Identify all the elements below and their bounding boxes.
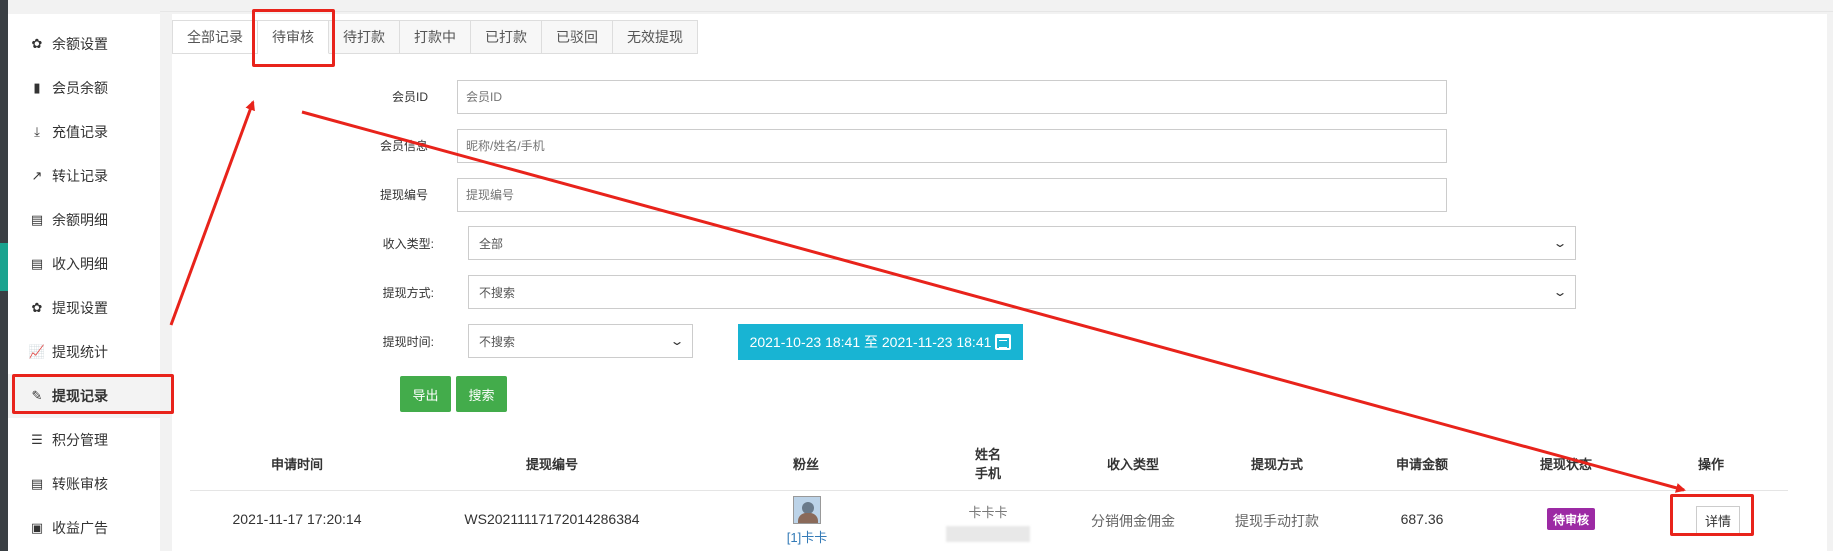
top-divider	[160, 11, 1833, 12]
date-range-button[interactable]: 2021-10-23 18:41 至 2021-11-23 18:41	[738, 324, 1023, 360]
tab-rejected[interactable]: 已驳回	[542, 20, 613, 54]
sidebar-item-member-balance[interactable]: ▮ 会员余额	[8, 66, 160, 110]
chevron-down-icon: ⌄	[1552, 285, 1568, 299]
export-button[interactable]: 导出	[400, 376, 451, 412]
tab-paid[interactable]: 已打款	[471, 20, 542, 54]
col-header-name: 姓名	[974, 447, 1002, 462]
col-header-income-type: 收入类型	[1106, 457, 1160, 472]
document-icon: ▤	[30, 256, 44, 271]
tab-paying[interactable]: 打款中	[400, 20, 471, 54]
phone-blurred	[946, 526, 1030, 542]
sidebar-item-label: 收入明细	[52, 256, 108, 272]
withdraw-time-label: 提现时间:	[382, 335, 434, 349]
avatar	[793, 496, 821, 524]
sidebar-item-transfer-records[interactable]: ↗ 转让记录	[8, 154, 160, 198]
chevron-down-icon: ⌄	[669, 334, 685, 348]
line-chart-icon: 📈	[28, 344, 46, 359]
sidebar-item-label: 余额设置	[52, 36, 108, 52]
withdraw-time-value: 不搜索	[479, 334, 516, 349]
member-id-label: 会员ID	[391, 90, 428, 104]
sidebar-item-recharge-records[interactable]: ⤓ 充值记录	[8, 110, 160, 154]
member-info-label: 会员信息	[379, 139, 428, 153]
annotation-box-sidebar	[12, 374, 174, 414]
image-icon: ▣	[30, 520, 44, 535]
sidebar-item-balance-settings[interactable]: ✿ 余额设置	[8, 22, 160, 66]
gear-icon: ✿	[31, 36, 43, 51]
withdraw-method-label: 提现方式:	[382, 286, 434, 300]
withdraw-method-value: 不搜索	[479, 285, 516, 300]
fan-link[interactable]: [1]卡卡	[787, 527, 827, 546]
gear-icon: ✿	[31, 300, 43, 315]
cell-withdraw-method: 提现手动打款	[1235, 513, 1319, 529]
sidebar-item-points-management[interactable]: ☰ 积分管理	[8, 418, 160, 462]
col-header-amount: 申请金额	[1395, 457, 1449, 472]
sidebar-item-balance-details[interactable]: ▤ 余额明细	[8, 198, 160, 242]
income-type-label: 收入类型:	[382, 237, 434, 251]
income-type-value: 全部	[479, 236, 504, 251]
search-button[interactable]: 搜索	[456, 376, 507, 412]
sidebar-item-label: 积分管理	[52, 432, 108, 448]
withdraw-no-label: 提现编号	[379, 188, 428, 202]
cell-apply-time: 2021-11-17 17:20:14	[232, 511, 362, 527]
sidebar-item-withdraw-stats[interactable]: 📈 提现统计	[8, 330, 160, 374]
annotation-box-tab	[252, 9, 335, 67]
cell-amount: 687.36	[1400, 511, 1444, 527]
tab-pending-payment[interactable]: 待打款	[329, 20, 400, 54]
sidebar: ✿ 余额设置 ▮ 会员余额 ⤓ 充值记录 ↗ 转让记录 ▤ 余额明细 ▤ 收入明细 ✿ 提现设…	[8, 14, 160, 551]
book-icon: ▮	[33, 80, 41, 95]
sidebar-item-label: 转让记录	[52, 168, 108, 184]
table-header-divider	[190, 490, 1788, 491]
sidebar-item-label: 提现设置	[52, 300, 108, 316]
col-header-withdraw-no: 提现编号	[525, 457, 579, 472]
sidebar-item-withdraw-settings[interactable]: ✿ 提现设置	[8, 286, 160, 330]
sidebar-item-label: 收益广告	[52, 520, 108, 536]
download-icon: ⤓	[34, 124, 40, 139]
status-tabs: 全部记录 待审核 待打款 打款中 已打款 已驳回 无效提现	[172, 20, 698, 54]
database-icon: ☰	[31, 432, 43, 447]
withdraw-time-select[interactable]: 不搜索 ⌄	[468, 324, 693, 358]
cell-income-type: 分销佣金佣金	[1091, 513, 1175, 529]
left-strip-accent	[0, 243, 8, 291]
sidebar-item-label: 充值记录	[52, 124, 108, 140]
col-header-apply-time: 申请时间	[270, 457, 324, 472]
withdraw-method-select[interactable]: 不搜索 ⌄	[468, 275, 1576, 309]
status-badge: 待审核	[1547, 508, 1595, 530]
tab-invalid[interactable]: 无效提现	[613, 20, 698, 54]
income-type-select[interactable]: 全部 ⌄	[468, 226, 1576, 260]
sidebar-item-label: 转账审核	[52, 476, 108, 492]
external-link-icon: ↗	[31, 168, 43, 183]
date-range-text: 2021-10-23 18:41 至 2021-11-23 18:41	[749, 334, 992, 350]
sidebar-item-revenue-ads[interactable]: ▣ 收益广告	[8, 506, 160, 550]
cell-withdraw-no: WS20211117172014286384	[464, 511, 640, 527]
col-header-action: 操作	[1697, 457, 1725, 472]
sidebar-item-transfer-review[interactable]: ▤ 转账审核	[8, 462, 160, 506]
withdraw-no-input[interactable]	[457, 178, 1447, 212]
sidebar-item-label: 会员余额	[52, 80, 108, 96]
sidebar-item-income-details[interactable]: ▤ 收入明细	[8, 242, 160, 286]
col-header-withdraw-method: 提现方式	[1250, 457, 1304, 472]
annotation-box-detail	[1670, 494, 1754, 536]
left-app-strip	[0, 0, 8, 551]
col-header-phone: 手机	[974, 466, 1002, 481]
sidebar-item-label: 提现统计	[52, 344, 108, 360]
document-icon: ▤	[30, 476, 44, 491]
member-id-input[interactable]	[457, 80, 1447, 114]
member-info-input[interactable]	[457, 129, 1447, 163]
tab-all-records[interactable]: 全部记录	[172, 20, 258, 54]
document-icon: ▤	[30, 212, 44, 227]
col-header-status: 提现状态	[1539, 457, 1593, 472]
chevron-down-icon: ⌄	[1552, 236, 1568, 250]
col-header-fan: 粉丝	[792, 457, 820, 472]
sidebar-item-label: 余额明细	[52, 212, 108, 228]
calendar-icon	[995, 334, 1012, 350]
cell-name: 卡卡卡	[968, 505, 1008, 520]
